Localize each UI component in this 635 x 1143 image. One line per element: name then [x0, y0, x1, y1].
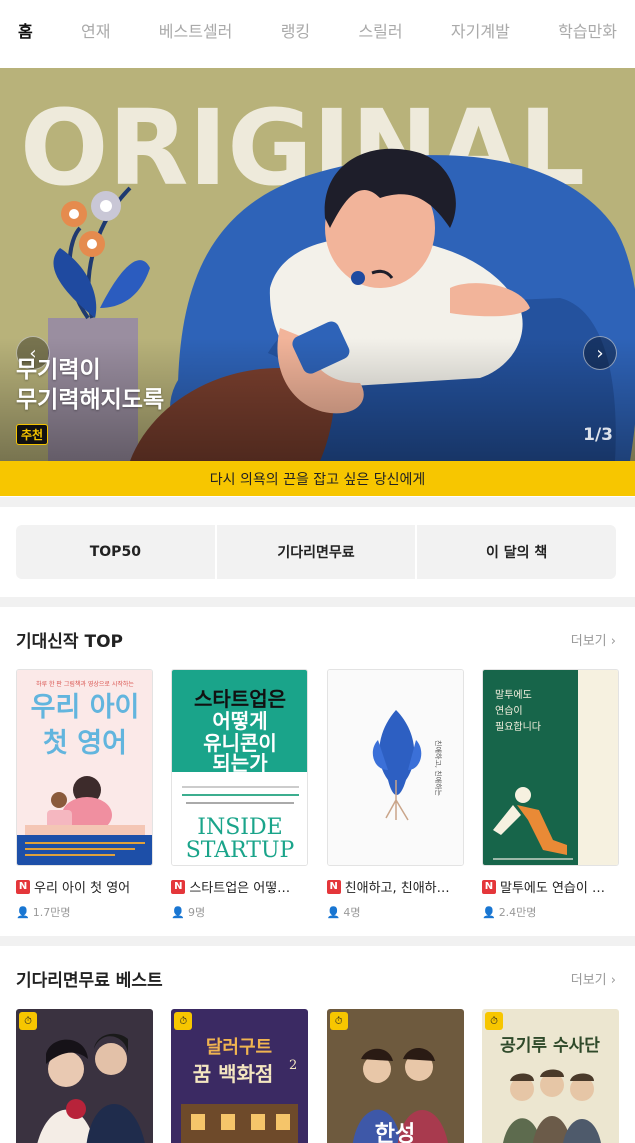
view-count: 4명: [343, 906, 361, 919]
person-icon: 👤: [16, 905, 30, 919]
book-card[interactable]: 한성 ⏱: [326, 1009, 464, 1143]
book-card[interactable]: 달러구트 꿈 백화점 2 ⏱: [171, 1009, 309, 1143]
chevron-right-icon: ›: [610, 634, 616, 649]
section-divider: [0, 597, 635, 607]
new-badge: N: [16, 879, 30, 894]
book-title: 스타트업은 어떻…: [189, 881, 291, 896]
section-divider: [0, 497, 635, 507]
wait-free-badge: ⏱: [329, 1012, 348, 1030]
wait-free-badge: ⏱: [19, 1012, 37, 1030]
section-title: 기다리면무료 베스트: [16, 971, 163, 991]
more-link[interactable]: 더보기 ›: [571, 969, 616, 988]
section-title: 기대신작 TOP: [16, 632, 123, 652]
svg-text:친애하고, 친애하는: 친애하고, 친애하는: [434, 740, 443, 797]
clock-icon: ⏱: [334, 1015, 343, 1027]
hero-next-button[interactable]: ›: [583, 336, 617, 370]
book-cover: 달러구트 꿈 백화점 2 ⏱: [171, 1009, 309, 1143]
quick-link-book-of-month[interactable]: 이 달의 책: [417, 525, 616, 579]
wait-free-list: ⏱ 달러구트 꿈 백화점 2 ⏱ 한성 ⏱ 공기루 수사단 ⏱: [16, 1009, 619, 1143]
tab-bestseller[interactable]: 베스트셀러: [159, 18, 233, 42]
svg-text:꿈 백화점: 꿈 백화점: [193, 1062, 274, 1086]
svg-text:하루 한 판 그림책과 영상으로 시작하는: 하루 한 판 그림책과 영상으로 시작하는: [36, 680, 134, 688]
hero-title: 무기력이 무기력해지도록: [16, 355, 164, 415]
view-count: 2.4만명: [498, 906, 537, 919]
book-title: 말투에도 연습이 …: [499, 881, 605, 896]
quick-link-top50[interactable]: TOP50: [16, 525, 217, 579]
tab-thriller[interactable]: 스릴러: [358, 18, 402, 42]
svg-text:우리 아이: 우리 아이: [31, 692, 140, 723]
tab-ranking[interactable]: 랭킹: [281, 18, 310, 42]
book-card[interactable]: 말투에도 연습이 필요합니다 N 말투에도 연습이 … 👤 2.4만명: [481, 669, 619, 920]
book-title: 우리 아이 첫 영어: [34, 881, 131, 896]
svg-text:첫 영어: 첫 영어: [43, 728, 127, 759]
clock-icon: ⏱: [24, 1015, 32, 1027]
svg-text:되는가: 되는가: [213, 751, 269, 775]
book-cover: 친애하고, 친애하는: [326, 669, 464, 866]
hero-tagline[interactable]: 다시 의욕의 끈을 잡고 싶은 당신에게: [0, 461, 635, 496]
quick-link-wait-free[interactable]: 기다리면무료: [217, 525, 418, 579]
tab-home[interactable]: 홈: [18, 18, 33, 42]
svg-text:공기루 수사단: 공기루 수사단: [500, 1036, 600, 1056]
book-title: 친애하고, 친애하…: [344, 881, 450, 896]
new-top-header: 기대신작 TOP 더보기 ›: [16, 627, 616, 652]
svg-text:INSIDE: INSIDE: [198, 815, 283, 840]
wait-free-badge: ⏱: [174, 1012, 193, 1030]
svg-text:STARTUP: STARTUP: [186, 838, 295, 863]
book-card[interactable]: 스타트업은 어떻게 유니콘이 되는가 INSIDE STARTUP N 스타트업은…: [171, 669, 309, 920]
svg-text:어떻게: 어떻게: [213, 709, 268, 733]
new-top-list: 하루 한 판 그림책과 영상으로 시작하는 우리 아이 첫 영어 N 우리 아이 …: [16, 669, 619, 920]
view-count: 9명: [188, 906, 206, 919]
new-badge: N: [326, 879, 341, 894]
view-count: 1.7만명: [32, 906, 71, 919]
new-badge: N: [171, 879, 186, 894]
person-icon: 👤: [326, 905, 341, 919]
person-icon: 👤: [171, 905, 186, 919]
hero-title-line2: 무기력해지도록: [16, 387, 165, 413]
book-card[interactable]: 공기루 수사단 ⏱: [481, 1009, 619, 1143]
chevron-right-icon: ›: [596, 342, 604, 364]
section-divider: [0, 936, 635, 946]
tab-study-comics[interactable]: 학습만화: [558, 18, 617, 42]
book-cover: 하루 한 판 그림책과 영상으로 시작하는 우리 아이 첫 영어: [16, 669, 153, 866]
wait-free-badge: ⏱: [484, 1012, 503, 1030]
book-card[interactable]: 친애하고, 친애하는 N 친애하고, 친애하… 👤 4명: [326, 669, 464, 920]
quick-links: TOP50 기다리면무료 이 달의 책: [16, 525, 616, 579]
recommend-badge: 추천: [16, 424, 49, 445]
tab-serial[interactable]: 연재: [81, 18, 110, 42]
person-icon: 👤: [481, 905, 496, 919]
hero-page-counter: 1/3: [583, 425, 613, 445]
book-cover: ⏱: [16, 1009, 153, 1143]
svg-text:필요합니다: 필요합니다: [495, 721, 541, 733]
book-card[interactable]: 하루 한 판 그림책과 영상으로 시작하는 우리 아이 첫 영어 N 우리 아이 …: [16, 669, 153, 920]
book-cover: 말투에도 연습이 필요합니다: [481, 669, 619, 866]
svg-text:한성: 한성: [374, 1121, 414, 1143]
hero-title-line1: 무기력이: [16, 357, 101, 383]
svg-text:연습이: 연습이: [495, 705, 523, 717]
more-link[interactable]: 더보기 ›: [571, 630, 616, 649]
svg-text:2: 2: [289, 1058, 297, 1073]
wait-free-header: 기다리면무료 베스트 더보기 ›: [16, 966, 616, 991]
chevron-right-icon: ›: [610, 973, 616, 988]
book-card[interactable]: ⏱: [16, 1009, 153, 1143]
new-badge: N: [481, 879, 496, 894]
clock-icon: ⏱: [179, 1015, 188, 1027]
book-cover: 공기루 수사단 ⏱: [481, 1009, 619, 1143]
book-cover: 한성 ⏱: [326, 1009, 464, 1143]
book-cover: 스타트업은 어떻게 유니콘이 되는가 INSIDE STARTUP: [171, 669, 309, 866]
svg-text:달러구트: 달러구트: [206, 1037, 272, 1058]
svg-text:스타트업은: 스타트업은: [194, 687, 286, 711]
clock-icon: ⏱: [490, 1015, 498, 1027]
top-nav: 홈 연재 베스트셀러 랭킹 스릴러 자기계발 학습만화: [0, 0, 635, 60]
svg-text:말투에도: 말투에도: [495, 689, 532, 701]
tab-self-help[interactable]: 자기계발: [451, 18, 510, 42]
